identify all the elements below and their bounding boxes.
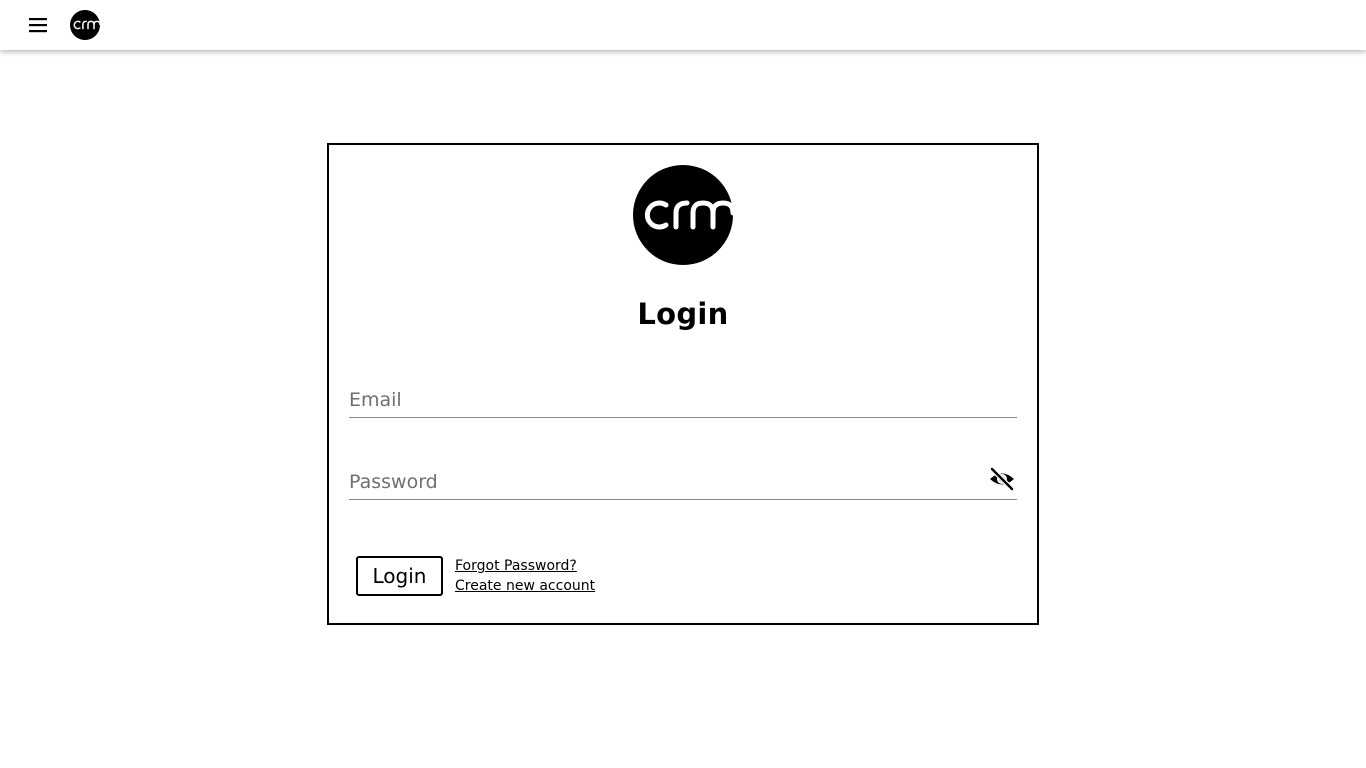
crm-logo[interactable] — [70, 10, 101, 40]
forgot-password-link[interactable]: Forgot Password? — [455, 557, 595, 576]
email-field-container — [349, 377, 1017, 418]
crm-logo-large — [633, 165, 736, 265]
page-title: Login — [637, 297, 729, 331]
email-field[interactable] — [349, 377, 979, 415]
top-app-bar — [0, 0, 1366, 50]
password-field[interactable] — [349, 459, 979, 497]
eye-off-icon[interactable] — [987, 465, 1017, 493]
login-card: Login Login Forgot Password? Create new … — [327, 143, 1039, 625]
account-links: Forgot Password? Create new account — [455, 557, 595, 596]
create-account-link[interactable]: Create new account — [455, 577, 595, 596]
login-button[interactable]: Login — [356, 556, 443, 596]
hamburger-menu-icon[interactable] — [24, 11, 52, 39]
password-field-container — [349, 459, 1017, 500]
